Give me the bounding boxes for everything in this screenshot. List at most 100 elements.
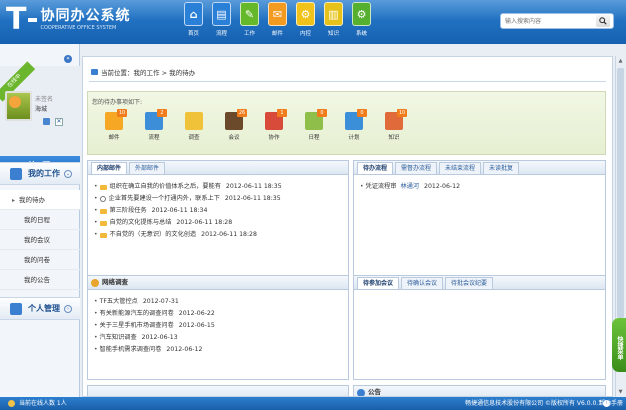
online-users: 当前在线人数 1人	[8, 397, 67, 410]
lock-icon[interactable]	[43, 118, 50, 125]
survey-title: 汽车知识调查	[99, 334, 137, 341]
divider	[89, 81, 606, 82]
tab-flow[interactable]: 未读批复	[483, 162, 520, 174]
help-manual-link[interactable]: 帮助手册	[599, 397, 623, 410]
tab-meeting[interactable]: 待批会议纪要	[445, 277, 494, 289]
bullet-icon: •	[94, 346, 98, 353]
todo-label: 调查	[188, 135, 200, 141]
list-item[interactable]: • 第三阶段任务 2012-06-11 18:34	[94, 205, 348, 217]
todo-2-icon	[185, 112, 203, 130]
meeting-panel: 待参加会议 待确认会议 待批会议纪要	[353, 275, 606, 380]
list-item[interactable]: • 企业首先要建设一个打通内外，联系上下 2012-06-11 18:35	[94, 193, 348, 205]
tab-external-mail[interactable]: 外部邮件	[129, 162, 166, 174]
tab-meeting[interactable]: 待确认会议	[401, 277, 444, 289]
tab-flow[interactable]: 需督办流程	[395, 162, 438, 174]
knowledge-icon: ▥	[324, 2, 343, 26]
mail-title: 组织在确立自我的价值体系之后，要能有	[109, 183, 221, 190]
todo-item[interactable]: 1 协作	[254, 109, 294, 141]
my-work-icon	[10, 167, 22, 180]
top-nav-item[interactable]: ✉ 邮件	[264, 2, 291, 37]
list-item[interactable]: • 智能手机需求调查问卷 2012-06-12	[94, 344, 348, 356]
top-nav-item[interactable]: ▤ 流程	[208, 2, 235, 37]
todo-item[interactable]: 10 邮件	[94, 109, 134, 141]
list-item[interactable]: • 凭证流程审 林通河 2012-06-12	[360, 181, 605, 193]
survey-title: 有关新能源汽车的调查问卷	[99, 310, 174, 317]
chevron-down-icon: ⌄	[64, 170, 72, 178]
bullet-icon: •	[94, 322, 98, 329]
scroll-thumb[interactable]	[617, 68, 624, 318]
todo-title: 您的待办事项如下:	[92, 99, 143, 106]
todo-count-badge: 0	[357, 109, 367, 117]
bullet-icon: •	[94, 207, 98, 214]
survey-title: 关于三星手机市场调查问卷	[99, 322, 174, 329]
flow-list: • 凭证流程审 林通河 2012-06-12	[354, 175, 605, 193]
todo-label: 邮件	[108, 135, 120, 141]
tab-flow[interactable]: 待办流程	[357, 162, 394, 174]
bullet-icon: •	[360, 183, 364, 190]
list-item[interactable]: • 有关新能源汽车的调查问卷 2012-06-22	[94, 308, 348, 320]
scroll-down-arrow[interactable]: ▼	[617, 388, 624, 396]
chevron-right-icon: ›	[64, 305, 72, 313]
app-subtitle: COOPERATIVE OFFICE SYSTEM	[40, 25, 117, 31]
sidebar-submenu-item[interactable]: 我的公告	[0, 270, 80, 290]
scroll-up-arrow[interactable]: ▲	[617, 57, 624, 65]
top-nav-item[interactable]: ⚙ 内控	[292, 2, 319, 37]
list-item[interactable]: • 关于三星手机市场调查问卷 2012-06-15	[94, 320, 348, 332]
online-count-text: 当前在线人数 1人	[19, 400, 67, 407]
todo-item[interactable]: 10 知识	[374, 109, 414, 141]
tab-meeting[interactable]: 待参加会议	[357, 277, 400, 289]
menu-section-personal[interactable]: 个人管理 ›	[0, 297, 80, 320]
sidebar-submenu-item[interactable]: 我的会议	[0, 230, 80, 250]
avatar[interactable]	[5, 91, 32, 121]
breadcrumb-text: 当前位置：我的工作 > 我的待办	[101, 69, 196, 77]
folder-icon	[99, 220, 107, 226]
logo-letter: T	[6, 2, 27, 37]
top-nav-item[interactable]: ▥ 知识	[320, 2, 347, 37]
mail-title: 不自觉的（无意识）的文化创造	[109, 231, 197, 238]
list-item[interactable]: • 不自觉的（无意识）的文化创造 2012-06-11 18:28	[94, 229, 348, 241]
top-nav-item[interactable]: ✎ 工作	[236, 2, 263, 37]
list-item[interactable]: • 自觉的文化提炼与总结 2012-06-11 18:28	[94, 217, 348, 229]
mail-title: 自觉的文化提炼与总结	[109, 219, 172, 226]
search-button[interactable]	[596, 15, 610, 27]
todo-item[interactable]: 26 会议	[214, 109, 254, 141]
top-nav-item[interactable]: ⚙ 系统	[348, 2, 375, 37]
breadcrumb: 当前位置：我的工作 > 我的待办	[91, 67, 195, 77]
sidebar-submenu-item[interactable]: 我的日程	[0, 210, 80, 230]
logout-icon[interactable]: ✕	[55, 118, 63, 126]
list-item[interactable]: • 汽车知识调查 2012-06-13	[94, 332, 348, 344]
home-icon	[91, 69, 98, 75]
tab-internal-mail[interactable]: 内部邮件	[91, 162, 128, 174]
tab-flow[interactable]: 未结束流程	[439, 162, 482, 174]
flow-panel: 待办流程 需督办流程 未结束流程 未读批复 • 凭证流程审 林通河 2012-06-12	[353, 160, 606, 282]
sidebar-submenu-item[interactable]: 我的待办	[0, 190, 80, 210]
todo-item[interactable]: 调查	[174, 110, 214, 141]
top-nav-item[interactable]: ⌂ 首页	[180, 2, 207, 37]
list-item[interactable]: • 组织在确立自我的价值体系之后，要能有 2012-06-11 18:35	[94, 181, 348, 193]
survey-date: 2012-06-22	[178, 310, 215, 317]
list-item[interactable]: • TF五大管控点 2012-07-31	[94, 296, 348, 308]
user-signature[interactable]: 未签名	[35, 94, 53, 103]
menu-section-label: 我的工作	[28, 169, 60, 178]
todo-item[interactable]: 2 流程	[134, 109, 174, 141]
todo-label: 流程	[148, 135, 160, 141]
todo-count-badge: 10	[117, 109, 127, 117]
notice-panel-title: 公告	[357, 386, 381, 396]
search-input[interactable]	[505, 14, 593, 28]
bottom-left-panel	[87, 385, 349, 396]
bullet-icon: •	[94, 298, 98, 305]
survey-list: • TF五大管控点 2012-07-31 • 有关新能源汽车的调查问卷 2012-06-2…	[88, 290, 348, 356]
top-nav-label: 知识	[327, 31, 339, 37]
todo-label: 会议	[228, 135, 240, 141]
quick-menu-tab[interactable]: 快捷菜单	[612, 318, 626, 372]
sidebar: « 在线中 未签名 海城 ✕ 首 页 我的工作 ⌄ 我的待办我的日程我的会议我的…	[0, 44, 80, 397]
bullet-icon: •	[94, 231, 98, 238]
collapse-sidebar-button[interactable]: «	[64, 55, 72, 63]
user-name: 海城	[35, 106, 48, 113]
todo-item[interactable]: 0 日程	[294, 109, 334, 141]
todo-label: 日程	[308, 135, 320, 141]
meeting-panel-tabs: 待参加会议 待确认会议 待批会议纪要	[354, 276, 605, 290]
sidebar-submenu-item[interactable]: 我的问卷	[0, 250, 80, 270]
todo-item[interactable]: 0 计划	[334, 109, 374, 141]
menu-section-my-work[interactable]: 我的工作 ⌄	[0, 162, 80, 185]
